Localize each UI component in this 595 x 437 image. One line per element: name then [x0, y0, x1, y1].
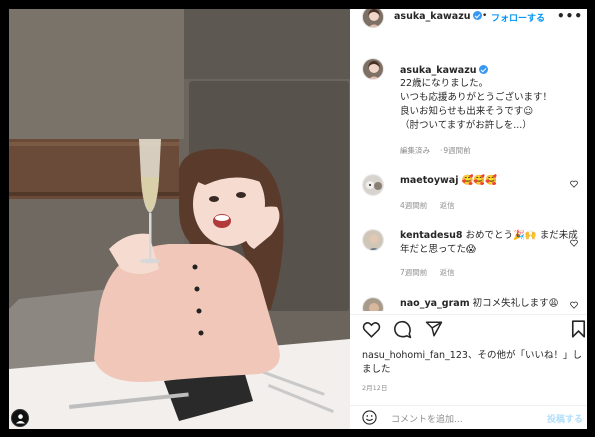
author-username-text[interactable]: asuka_kawazu	[394, 11, 471, 22]
caption-avatar-image	[363, 59, 383, 79]
comment-item: maetoywaj 🥰🥰🥰 4週間前 返信	[362, 174, 582, 214]
add-comment-bar: コメントを追加... 投稿する	[350, 405, 587, 429]
comment-icon[interactable]	[393, 320, 412, 339]
reply-button[interactable]: 返信	[440, 268, 455, 277]
caption-line: 良いお知らせも出来そうです☺	[400, 106, 534, 117]
post-date[interactable]: 2月12日	[362, 382, 387, 392]
caption-edited: 編集済み	[400, 146, 430, 155]
post-header: asuka_kawazu • フォローする •••	[350, 9, 587, 28]
comment-time: 7週間前	[400, 268, 428, 277]
comment-text-row: nao_ya_gram 初コメ失礼します😩	[400, 297, 586, 311]
post-side-panel: asuka_kawazu • フォローする ••• asuka_kawazu 2…	[350, 9, 587, 429]
comment-item: kentadesu8 おめでとう🎉🙌 まだ未成年だと思ってた😱 7週間前 返信	[362, 229, 582, 289]
comments-list[interactable]: asuka_kawazu 22歳になりました。 いつも応援ありがとうございます！…	[350, 49, 587, 311]
comment-body: maetoywaj 🥰🥰🥰 4週間前 返信	[400, 174, 586, 211]
screenshot-frame: asuka_kawazu • フォローする ••• asuka_kawazu 2…	[0, 0, 595, 437]
caption-meta: 編集済み ·9週間前	[400, 146, 471, 155]
caption-line: （肘ついてますがお許しを...）	[400, 120, 532, 131]
comment-avatar[interactable]	[362, 174, 384, 196]
avatar-image	[363, 9, 383, 27]
instagram-post: asuka_kawazu • フォローする ••• asuka_kawazu 2…	[9, 9, 587, 429]
user-tag-icon[interactable]	[11, 409, 29, 427]
comment-username[interactable]: nao_ya_gram	[400, 298, 470, 309]
share-icon[interactable]	[425, 320, 443, 338]
caption-username[interactable]: asuka_kawazu	[400, 65, 477, 76]
comment-avatar[interactable]	[362, 297, 384, 311]
caption-time: 9週間前	[443, 146, 471, 155]
comment-body: kentadesu8 おめでとう🎉🙌 まだ未成年だと思ってた😱 7週間前 返信	[400, 229, 586, 278]
post-photo[interactable]	[9, 9, 350, 429]
post-actions	[350, 314, 587, 342]
caption-line: いつも応援ありがとうございます！	[400, 92, 553, 103]
comment-text: 🥰🥰🥰	[461, 175, 498, 186]
comment-text-row: maetoywaj 🥰🥰🥰	[400, 174, 586, 188]
caption-avatar[interactable]	[362, 58, 384, 80]
comment-body: nao_ya_gram 初コメ失礼します😩	[400, 297, 586, 311]
comment-text: 初コメ失礼します😩	[472, 298, 559, 309]
follow-button[interactable]: フォローする	[491, 11, 545, 24]
header-separator: •	[482, 11, 488, 21]
comment-avatar-image	[363, 298, 383, 311]
comment-input[interactable]: コメントを追加...	[391, 412, 521, 425]
comment-avatar-image	[363, 175, 383, 195]
user-tag-glyph	[16, 414, 25, 424]
author-username[interactable]: asuka_kawazu	[394, 11, 482, 22]
comment-time: 4週間前	[400, 201, 428, 210]
more-options-icon[interactable]: •••	[557, 9, 583, 23]
reply-button[interactable]: 返信	[440, 201, 455, 210]
comment-avatar-image	[363, 230, 383, 250]
comment-username[interactable]: kentadesu8	[400, 230, 463, 241]
comment-avatar[interactable]	[362, 229, 384, 251]
caption-verified-icon	[478, 65, 488, 74]
comment-heart-icon[interactable]	[570, 301, 578, 309]
caption: asuka_kawazu 22歳になりました。 いつも応援ありがとうございます！…	[362, 58, 582, 155]
author-avatar[interactable]	[362, 9, 384, 28]
smile-icon[interactable]	[362, 410, 377, 425]
likes-summary: nasu_hohomi_fan_123、その他が「いいね！」しました	[362, 350, 582, 375]
comment-meta: 7週間前 返信	[400, 267, 586, 278]
comment-heart-icon[interactable]	[570, 239, 578, 247]
comment-username[interactable]: maetoywaj	[400, 175, 458, 186]
caption-line: 22歳になりました。	[400, 78, 489, 89]
photo-illustration	[9, 9, 350, 429]
verified-badge-icon	[472, 11, 482, 20]
heart-icon[interactable]	[362, 321, 381, 338]
caption-username-row: asuka_kawazu	[400, 58, 586, 77]
comment-text-row: kentadesu8 おめでとう🎉🙌 まだ未成年だと思ってた😱	[400, 229, 586, 257]
caption-body: asuka_kawazu 22歳になりました。 いつも応援ありがとうございます！…	[400, 58, 586, 156]
comment-meta: 4週間前 返信	[400, 200, 586, 211]
comment-item: nao_ya_gram 初コメ失礼します😩	[362, 297, 582, 311]
comment-heart-icon[interactable]	[570, 180, 578, 188]
bookmark-icon[interactable]	[571, 320, 586, 338]
post-comment-button[interactable]: 投稿する	[547, 412, 583, 425]
